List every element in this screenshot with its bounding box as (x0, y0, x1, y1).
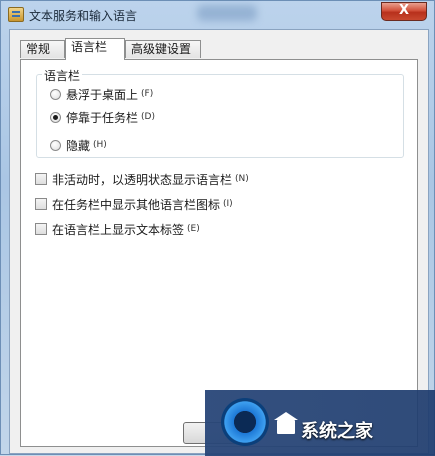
radio-label: 悬浮于桌面上 (66, 87, 139, 102)
radio-dock-in-taskbar[interactable]: 停靠于任务栏 (D) (50, 109, 155, 125)
dialog-window: 文本服务和输入语言 X 常规 语言栏 高级键设置 语言栏 悬浮于桌面上 (F) … (0, 0, 435, 456)
accelerator-key: (N) (235, 174, 249, 184)
checkbox-label: 非活动时，以透明状态显示语言栏 (52, 172, 233, 187)
accelerator-key: (E) (187, 224, 200, 234)
watermark-overlay: 系统之家 (205, 390, 435, 456)
checkbox-show-text-labels[interactable]: 在语言栏上显示文本标签 (E) (35, 221, 200, 237)
house-icon (274, 412, 298, 434)
radio-label: 隐藏 (66, 138, 91, 153)
watermark-logo-icon (221, 398, 269, 446)
accelerator-key: (H) (93, 140, 107, 150)
accelerator-key: (D) (141, 112, 155, 122)
blurred-region (197, 5, 257, 21)
radio-label: 停靠于任务栏 (66, 110, 139, 125)
language-bar-panel: 语言栏 悬浮于桌面上 (F) 停靠于任务栏 (D) 隐藏 (H) 非活动时，以透… (20, 59, 418, 447)
radio-float-on-desktop[interactable]: 悬浮于桌面上 (F) (50, 86, 153, 102)
window-title: 文本服务和输入语言 (29, 9, 138, 23)
checkbox[interactable] (35, 173, 47, 185)
checkbox[interactable] (35, 223, 47, 235)
language-bar-group: 语言栏 悬浮于桌面上 (F) 停靠于任务栏 (D) 隐藏 (H) (36, 67, 404, 158)
keyboard-icon (8, 7, 24, 22)
close-button[interactable]: X (381, 2, 427, 21)
tab-general[interactable]: 常规 (20, 40, 65, 58)
tab-language-bar[interactable]: 语言栏 (65, 38, 125, 60)
checkbox-label: 在任务栏中显示其他语言栏图标 (52, 197, 221, 212)
checkbox[interactable] (35, 198, 47, 210)
checkbox-label: 在语言栏上显示文本标签 (52, 222, 185, 237)
watermark-text: 系统之家 (301, 421, 373, 442)
title-bar[interactable]: 文本服务和输入语言 X (1, 1, 435, 29)
radio-button-checked[interactable] (50, 111, 61, 123)
group-title: 语言栏 (42, 67, 83, 84)
accelerator-key: (F) (141, 89, 154, 99)
tab-advanced-key-settings[interactable]: 高级键设置 (125, 40, 201, 58)
radio-button[interactable] (50, 88, 61, 100)
radio-hidden[interactable]: 隐藏 (H) (50, 137, 107, 153)
accelerator-key: (I) (223, 199, 233, 209)
radio-button[interactable] (50, 139, 61, 151)
checkbox-transparent-when-inactive[interactable]: 非活动时，以透明状态显示语言栏 (N) (35, 171, 249, 187)
checkbox-show-extra-icons[interactable]: 在任务栏中显示其他语言栏图标 (I) (35, 196, 233, 212)
